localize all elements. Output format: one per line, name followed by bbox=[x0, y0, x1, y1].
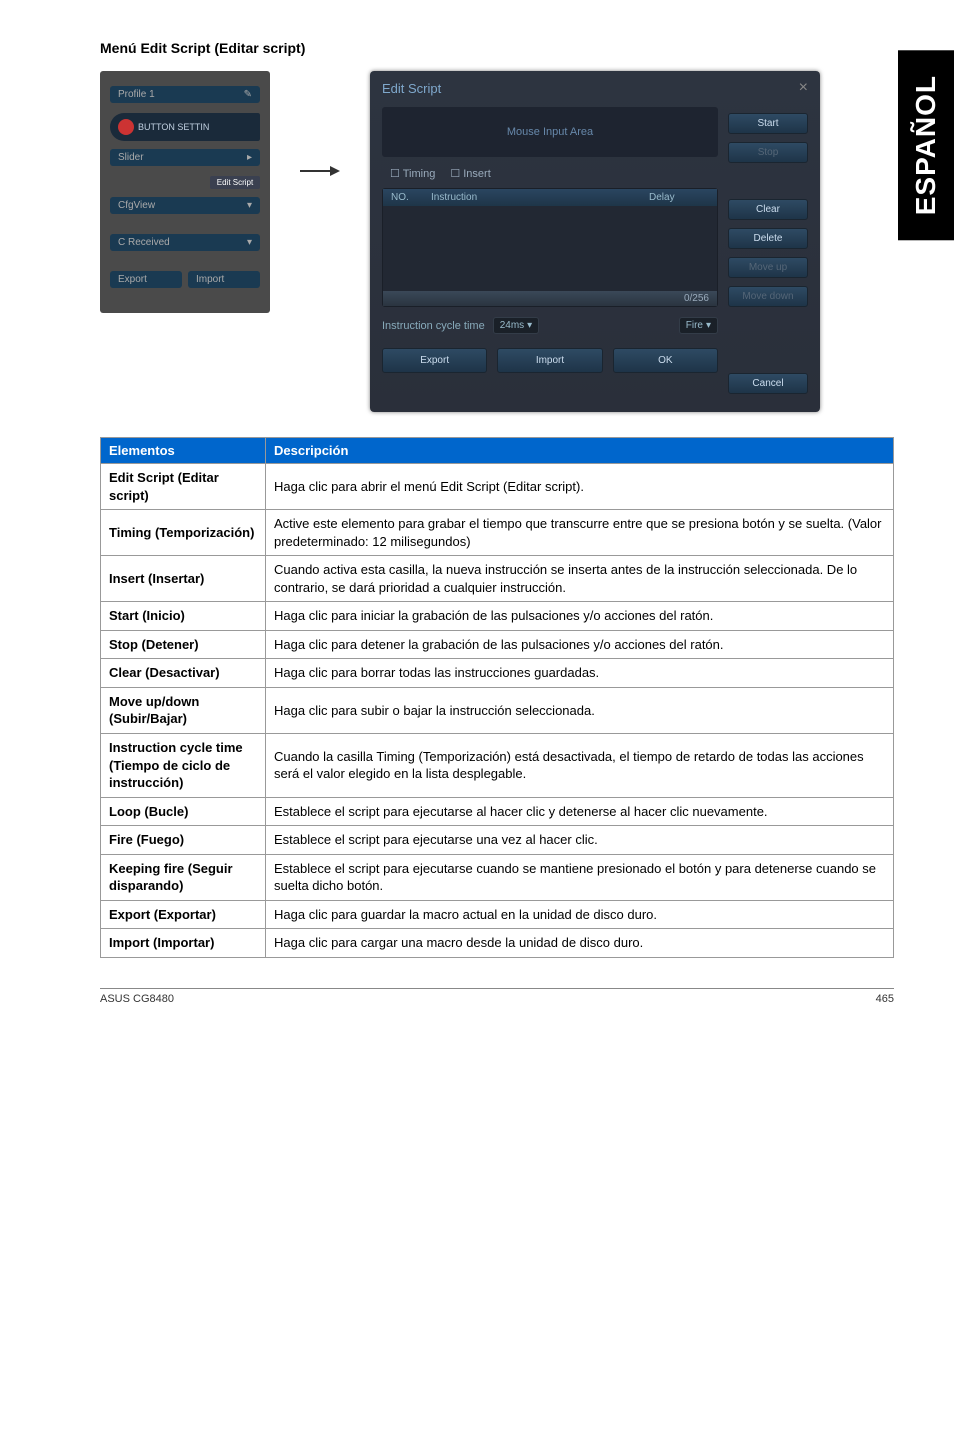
table-body: Edit Script (Editar script)Haga clic par… bbox=[101, 464, 894, 958]
footer-model: ASUS CG8480 bbox=[100, 993, 174, 1005]
row-desc: Cuando activa esta casilla, la nueva ins… bbox=[266, 556, 894, 602]
table-row: Edit Script (Editar script)Haga clic par… bbox=[101, 464, 894, 510]
row-label: Loop (Bucle) bbox=[101, 797, 266, 826]
screenshot-region: Profile 1 ✎ BUTTON SETTIN Slider▸ Edit S… bbox=[100, 71, 894, 412]
page-footer: ASUS CG8480 465 bbox=[100, 988, 894, 1005]
timing-checkbox[interactable]: Timing bbox=[390, 167, 435, 180]
row-desc: Haga clic para cargar una macro desde la… bbox=[266, 929, 894, 958]
row-label: Move up/down (Subir/Bajar) bbox=[101, 687, 266, 733]
row-label: Export (Exportar) bbox=[101, 900, 266, 929]
row-label: Clear (Desactivar) bbox=[101, 659, 266, 688]
row-desc: Active este elemento para grabar el tiem… bbox=[266, 510, 894, 556]
arrow-indicator bbox=[300, 166, 340, 176]
col-delay: Delay bbox=[649, 192, 709, 203]
table-row: Clear (Desactivar)Haga clic para borrar … bbox=[101, 659, 894, 688]
col-instruction: Instruction bbox=[431, 192, 649, 203]
section-title: Menú Edit Script (Editar script) bbox=[100, 40, 894, 56]
list-counter: 0/256 bbox=[383, 291, 717, 306]
insert-checkbox[interactable]: Insert bbox=[450, 167, 490, 180]
list-body[interactable] bbox=[383, 206, 717, 291]
language-tab: ESPAÑOL bbox=[898, 50, 954, 240]
delete-button[interactable]: Delete bbox=[728, 228, 808, 249]
profile-label: Profile 1 bbox=[118, 89, 155, 100]
row-label: Start (Inicio) bbox=[101, 602, 266, 631]
footer-page-number: 465 bbox=[876, 993, 894, 1005]
dialog-title-text: Edit Script bbox=[382, 81, 441, 96]
cancel-button[interactable]: Cancel bbox=[728, 373, 808, 394]
row-desc: Haga clic para subir o bajar la instrucc… bbox=[266, 687, 894, 733]
export-button[interactable]: Export bbox=[382, 348, 487, 373]
row-desc: Haga clic para iniciar la grabación de l… bbox=[266, 602, 894, 631]
clear-button[interactable]: Clear bbox=[728, 199, 808, 220]
table-row: Move up/down (Subir/Bajar)Haga clic para… bbox=[101, 687, 894, 733]
close-icon[interactable]: × bbox=[799, 79, 808, 97]
brand-badge: BUTTON SETTIN bbox=[110, 113, 260, 141]
table-row: Loop (Bucle)Establece el script para eje… bbox=[101, 797, 894, 826]
cycle-label: Instruction cycle time bbox=[382, 320, 485, 332]
export-btn-left[interactable]: Export bbox=[110, 271, 182, 288]
chevron-down-icon: ▾ bbox=[706, 320, 711, 331]
pencil-icon: ✎ bbox=[244, 89, 252, 100]
row-label: Fire (Fuego) bbox=[101, 826, 266, 855]
row-desc: Establece el script para ejecutarse una … bbox=[266, 826, 894, 855]
row-label: Import (Importar) bbox=[101, 929, 266, 958]
col-no: NO. bbox=[391, 192, 431, 203]
slider-row[interactable]: Slider▸ bbox=[110, 149, 260, 166]
row-label: Timing (Temporización) bbox=[101, 510, 266, 556]
row-label: Edit Script (Editar script) bbox=[101, 464, 266, 510]
col-header-descripcion: Descripción bbox=[266, 438, 894, 464]
row-label: Insert (Insertar) bbox=[101, 556, 266, 602]
row-desc: Haga clic para borrar todas las instrucc… bbox=[266, 659, 894, 688]
table-row: Stop (Detener)Haga clic para detener la … bbox=[101, 630, 894, 659]
edit-script-dialog: Edit Script × Mouse Input Area Timing In… bbox=[370, 71, 820, 412]
row-label: Stop (Detener) bbox=[101, 630, 266, 659]
settings-left-panel: Profile 1 ✎ BUTTON SETTIN Slider▸ Edit S… bbox=[100, 71, 270, 313]
row-desc: Establece el script para ejecutarse al h… bbox=[266, 797, 894, 826]
profile-dropdown[interactable]: Profile 1 ✎ bbox=[110, 86, 260, 103]
move-up-button[interactable]: Move up bbox=[728, 257, 808, 278]
row-desc: Haga clic para guardar la macro actual e… bbox=[266, 900, 894, 929]
table-row: Export (Exportar)Haga clic para guardar … bbox=[101, 900, 894, 929]
import-button[interactable]: Import bbox=[497, 348, 602, 373]
mouse-input-area[interactable]: Mouse Input Area bbox=[382, 107, 718, 157]
cycle-time-select[interactable]: 24ms ▾ bbox=[493, 317, 539, 334]
col-header-elementos: Elementos bbox=[101, 438, 266, 464]
table-row: Keeping fire (Seguir disparando)Establec… bbox=[101, 854, 894, 900]
row-desc: Haga clic para abrir el menú Edit Script… bbox=[266, 464, 894, 510]
import-btn-left[interactable]: Import bbox=[188, 271, 260, 288]
brand-label: BUTTON SETTIN bbox=[138, 122, 209, 132]
table-row: Start (Inicio)Haga clic para iniciar la … bbox=[101, 602, 894, 631]
table-row: Timing (Temporización)Active este elemen… bbox=[101, 510, 894, 556]
table-row: Insert (Insertar)Cuando activa esta casi… bbox=[101, 556, 894, 602]
description-table: Elementos Descripción Edit Script (Edita… bbox=[100, 437, 894, 958]
table-row: Instruction cycle time (Tiempo de ciclo … bbox=[101, 734, 894, 798]
ok-button[interactable]: OK bbox=[613, 348, 718, 373]
cfg-row[interactable]: CfgView▾ bbox=[110, 197, 260, 214]
move-down-button[interactable]: Move down bbox=[728, 286, 808, 307]
row-desc: Cuando la casilla Timing (Temporización)… bbox=[266, 734, 894, 798]
stop-button[interactable]: Stop bbox=[728, 142, 808, 163]
row-desc: Establece el script para ejecutarse cuan… bbox=[266, 854, 894, 900]
row-desc: Haga clic para detener la grabación de l… bbox=[266, 630, 894, 659]
fire-mode-select[interactable]: Fire ▾ bbox=[679, 317, 718, 334]
row-label: Keeping fire (Seguir disparando) bbox=[101, 854, 266, 900]
edit-script-entry[interactable]: Edit Script bbox=[210, 176, 260, 189]
table-row: Import (Importar)Haga clic para cargar u… bbox=[101, 929, 894, 958]
table-row: Fire (Fuego)Establece el script para eje… bbox=[101, 826, 894, 855]
start-button[interactable]: Start bbox=[728, 113, 808, 134]
chevron-down-icon: ▾ bbox=[527, 320, 532, 331]
creceived-row[interactable]: C Received▾ bbox=[110, 234, 260, 251]
instruction-list: NO. Instruction Delay 0/256 bbox=[382, 188, 718, 307]
row-label: Instruction cycle time (Tiempo de ciclo … bbox=[101, 734, 266, 798]
